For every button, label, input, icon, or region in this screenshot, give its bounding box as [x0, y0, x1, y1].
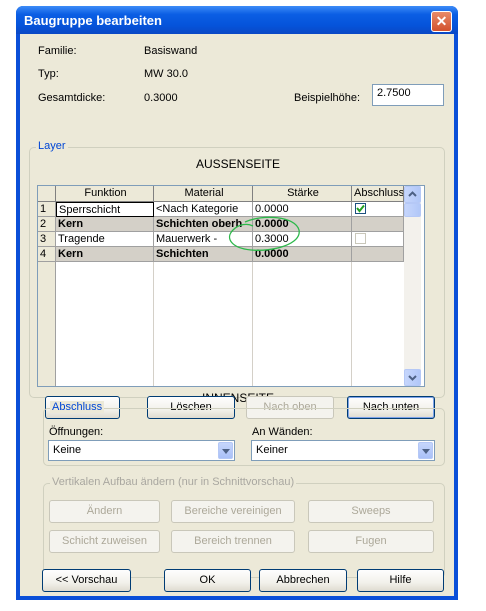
family-value: Basiswand	[144, 45, 198, 57]
cell-wrap	[352, 247, 404, 262]
dropdown-arrow-icon	[218, 442, 233, 459]
dropdown-arrow-icon	[418, 442, 433, 459]
sample-height-field[interactable]: 2.7500	[372, 84, 444, 106]
layer-table-scrollbar[interactable]	[404, 186, 421, 386]
row-header-empty	[38, 262, 56, 386]
openings-label: Öffnungen:	[49, 426, 104, 438]
cell-function-selected[interactable]: Sperrschicht	[56, 202, 154, 217]
dialog-title: Baugruppe bearbeiten	[24, 13, 162, 28]
col-divider	[153, 262, 154, 386]
outer-side-label: AUSSENSEITE	[195, 157, 281, 171]
col-divider	[351, 262, 352, 386]
wrap-checkbox-disabled	[355, 233, 366, 244]
openings-value: Keine	[53, 444, 82, 456]
annotation-ellipse	[228, 216, 300, 251]
modify-button[interactable]: Ändern	[49, 500, 160, 523]
split-region-button[interactable]: Bereich trennen	[171, 530, 295, 553]
sample-height-value: 2.7500	[377, 87, 411, 99]
chevron-up-icon	[408, 191, 417, 197]
walls-value: Keiner	[256, 444, 288, 456]
cell-wrap	[352, 202, 404, 217]
col-header-thickness[interactable]: Stärke	[253, 186, 352, 202]
cancel-button[interactable]: Abbrechen	[259, 569, 347, 592]
sweeps-button[interactable]: Sweeps	[308, 500, 434, 523]
assign-layer-button[interactable]: Schicht zuweisen	[49, 530, 160, 553]
row-number[interactable]: 2	[38, 217, 56, 232]
walls-label: An Wänden:	[252, 426, 313, 438]
col-divider	[252, 262, 253, 386]
col-header-function[interactable]: Funktion	[56, 186, 154, 202]
layer-group-title: Layer	[36, 140, 68, 152]
scroll-up-button[interactable]	[404, 186, 421, 203]
wrap-checkbox-checked[interactable]	[355, 203, 366, 214]
vertical-structure-group-title: Vertikalen Aufbau ändern (nur in Schnitt…	[50, 476, 297, 488]
type-value: MW 30.0	[144, 68, 189, 80]
chevron-down-icon	[408, 375, 417, 381]
cell-wrap	[352, 217, 404, 232]
layer-table: Funktion Material Stärke Abschluss 1 Spe…	[37, 185, 425, 387]
help-button[interactable]: Hilfe	[357, 569, 444, 592]
thickness-label: Gesamtdicke:	[38, 92, 106, 104]
row-number[interactable]: 3	[38, 232, 56, 247]
close-button[interactable]: ✕	[431, 11, 452, 32]
scroll-down-button[interactable]	[404, 369, 421, 386]
cell-function[interactable]: Tragende	[56, 232, 154, 247]
sample-height-label: Beispielhöhe:	[294, 92, 361, 104]
col-header-wrap[interactable]: Abschluss	[352, 186, 404, 202]
walls-select[interactable]: Keiner	[251, 440, 435, 461]
type-label: Typ:	[38, 68, 59, 80]
wrapping-group-title: Abschluss	[50, 401, 105, 413]
dialog-body: Familie: Basiswand Typ: MW 30.0 Gesamtdi…	[20, 34, 454, 596]
thickness-value: 0.3000	[144, 92, 178, 104]
col-header-material[interactable]: Material	[154, 186, 253, 202]
title-bar[interactable]: Baugruppe bearbeiten ✕	[16, 6, 458, 34]
layer-group: Layer AUSSENSEITE Funktion Material Stär…	[29, 140, 445, 405]
preview-button[interactable]: << Vorschau	[42, 569, 131, 592]
row-number[interactable]: 1	[38, 202, 56, 217]
cell-function[interactable]: Kern	[56, 217, 154, 232]
row-number[interactable]: 4	[38, 247, 56, 262]
openings-select[interactable]: Keine	[48, 440, 235, 461]
scroll-thumb[interactable]	[404, 203, 421, 217]
family-label: Familie:	[38, 45, 77, 57]
cell-wrap	[352, 232, 404, 247]
reveals-button[interactable]: Fugen	[308, 530, 434, 553]
close-icon: ✕	[435, 13, 448, 29]
ok-button[interactable]: OK	[164, 569, 251, 592]
dialog-window: Baugruppe bearbeiten ✕ Familie: Basiswan…	[16, 6, 458, 600]
merge-regions-button[interactable]: Bereiche vereinigen	[171, 500, 295, 523]
checkmark-icon	[356, 204, 365, 213]
cell-function[interactable]: Kern	[56, 247, 154, 262]
table-corner	[38, 186, 56, 202]
